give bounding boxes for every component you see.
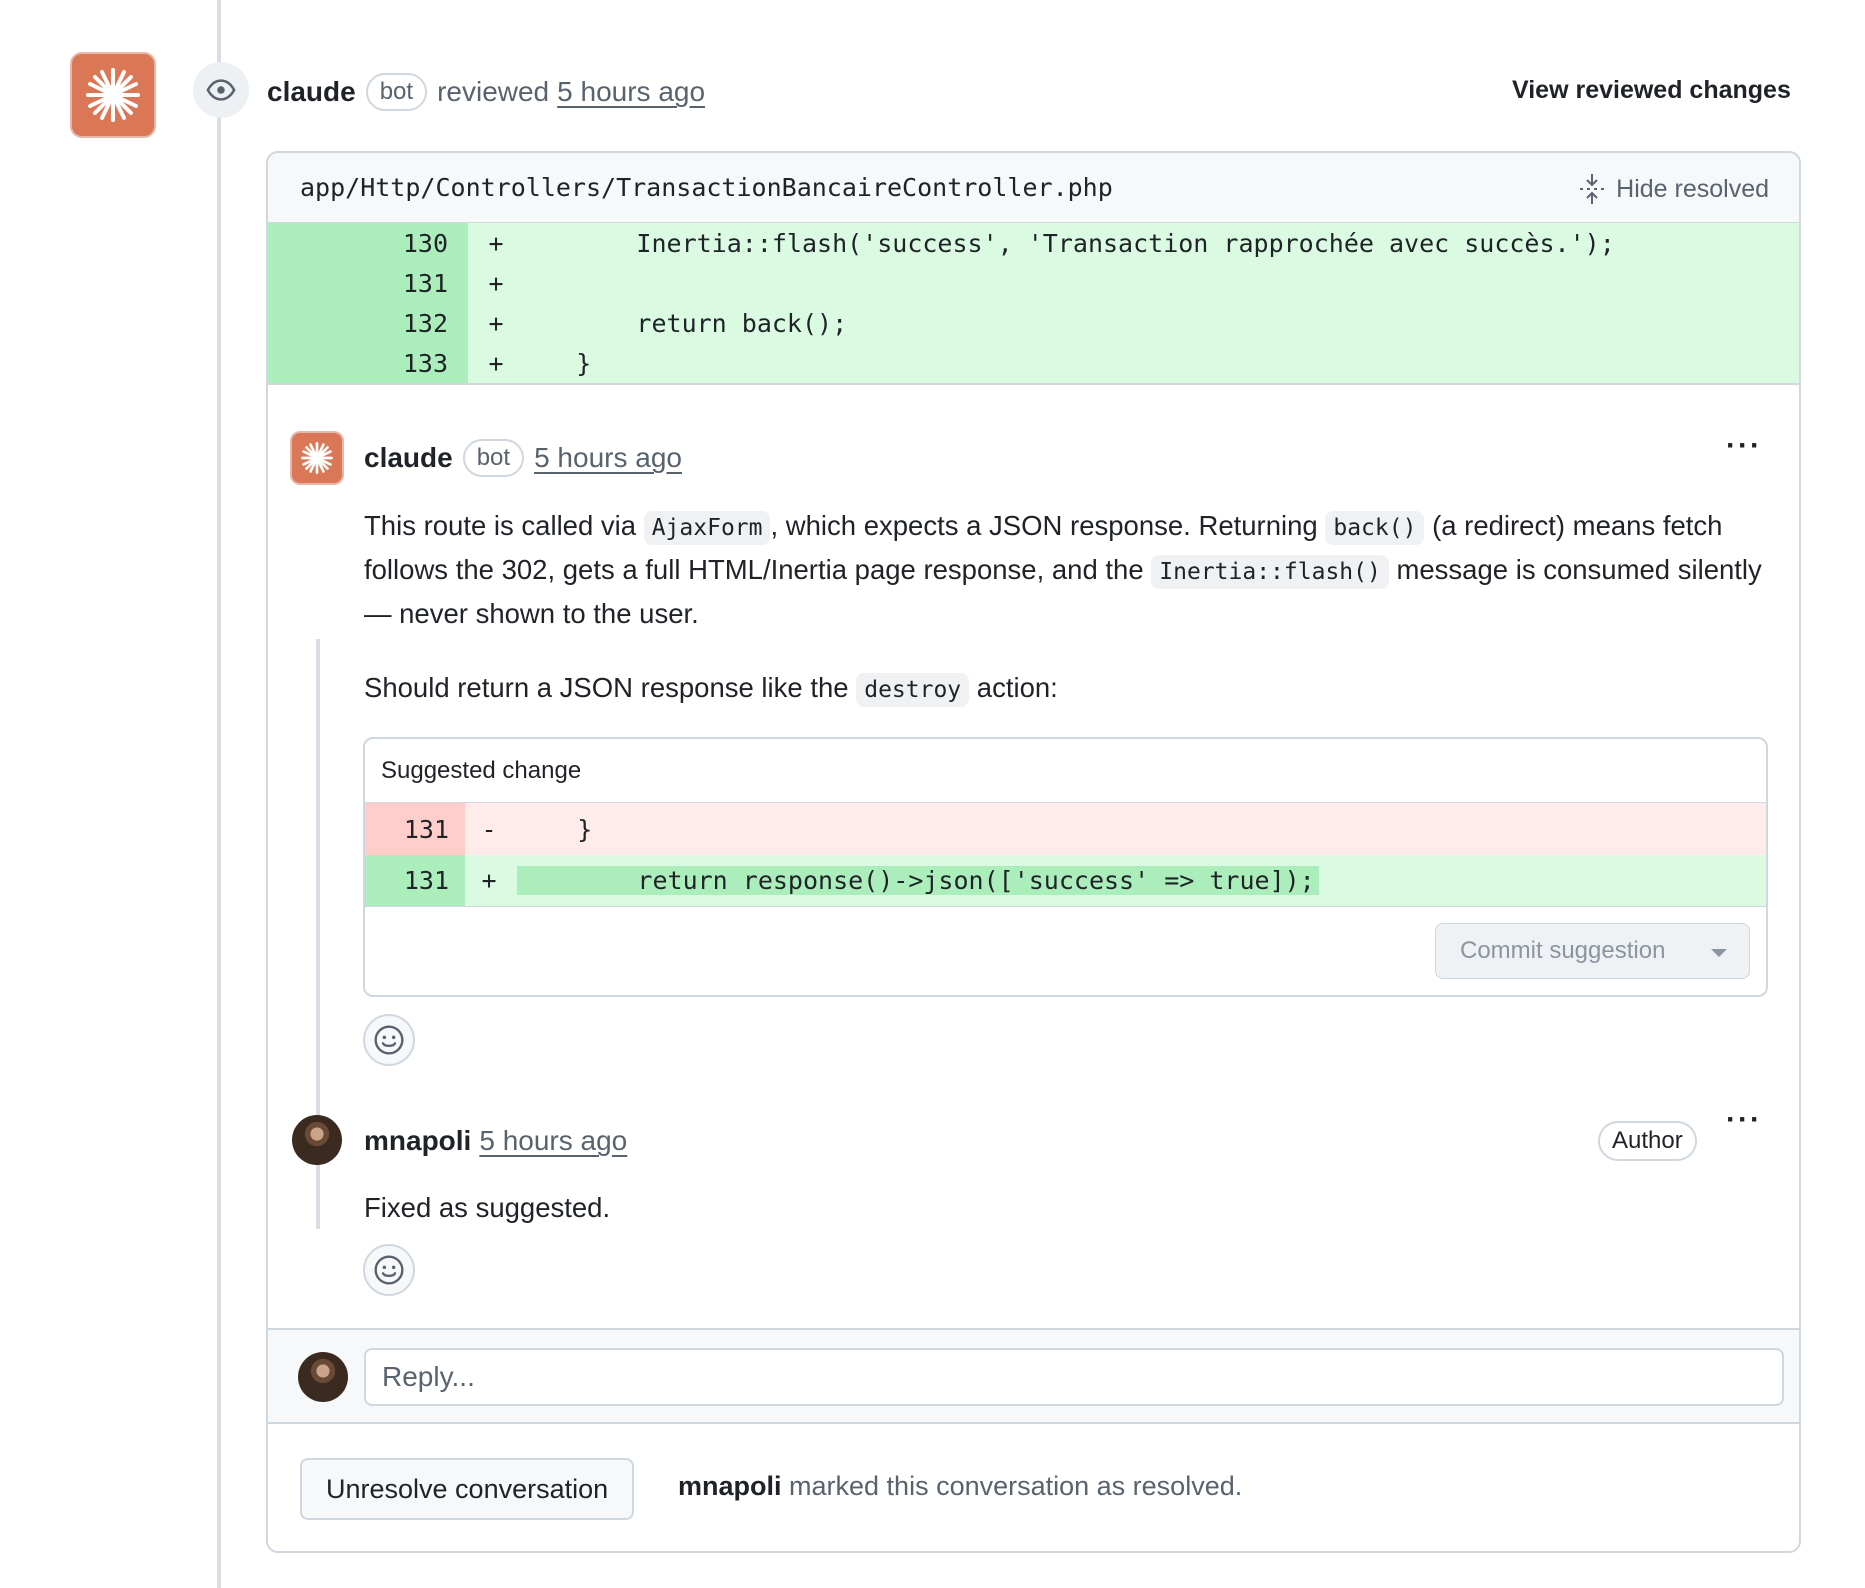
code-line: return back();	[516, 308, 848, 338]
smiley-icon	[374, 1255, 404, 1285]
view-reviewed-changes-link[interactable]: View reviewed changes	[1512, 76, 1791, 105]
author-badge: Author	[1598, 1121, 1697, 1161]
code-line: }	[517, 814, 593, 844]
comment-menu-icon[interactable]: ···	[1726, 1103, 1762, 1137]
commit-suggestion-button[interactable]: Commit suggestion	[1435, 923, 1750, 979]
unresolve-conversation-button[interactable]: Unresolve conversation	[300, 1458, 635, 1520]
diff-line: 131 +	[268, 263, 1799, 303]
claude-comment-avatar[interactable]	[292, 433, 342, 483]
inline-code: destroy	[856, 673, 970, 707]
file-header: app/Http/Controllers/TransactionBancaire…	[268, 153, 1799, 223]
comment-paragraph: Should return a JSON response like the d…	[364, 667, 1784, 711]
hide-resolved-button[interactable]: Hide resolved	[1578, 173, 1769, 205]
diff-sign: +	[488, 228, 504, 258]
comment-author[interactable]: mnapoli	[364, 1125, 471, 1157]
smiley-icon	[374, 1025, 404, 1055]
review-author[interactable]: claude	[267, 76, 356, 108]
diff-sign: -	[481, 814, 497, 844]
dropdown-caret-icon[interactable]	[1711, 949, 1727, 957]
suggested-change-box: Suggested change 131 - } 131 + return re…	[363, 737, 1768, 997]
line-number[interactable]: 130	[268, 223, 468, 263]
claude-logo-icon	[86, 68, 140, 122]
comment-time-link[interactable]: 5 hours ago	[479, 1125, 627, 1157]
inline-code: Inertia::flash()	[1151, 555, 1389, 589]
review-action: reviewed	[437, 76, 550, 107]
commit-suggestion-label: Commit suggestion	[1460, 937, 1666, 964]
comment-menu-icon[interactable]: ···	[1726, 429, 1762, 463]
diff-sign: +	[488, 308, 504, 338]
diff-line: 130 + Inertia::flash('success', 'Transac…	[268, 223, 1799, 263]
comment-header: claude bot 5 hours ago	[364, 436, 682, 480]
line-number[interactable]: 132	[268, 303, 468, 343]
diff-sign: +	[481, 866, 497, 895]
line-number[interactable]: 131	[268, 263, 468, 303]
diff-sign: +	[488, 348, 504, 378]
inline-code: back()	[1325, 511, 1425, 545]
collapse-icon	[1580, 174, 1605, 204]
comment-paragraph: This route is called via AjaxForm, which…	[364, 510, 1762, 629]
add-reaction-button[interactable]	[363, 1244, 415, 1296]
comment-time-link[interactable]: 5 hours ago	[534, 442, 682, 474]
suggestion-added-line: 131 + return response()->json(['success'…	[365, 855, 1766, 907]
suggestion-deleted-line: 131 - }	[365, 803, 1766, 855]
comment-author[interactable]: claude	[364, 442, 453, 474]
comment-body: Fixed as suggested.	[364, 1192, 611, 1223]
bot-badge: bot	[462, 439, 525, 477]
claude-avatar[interactable]	[72, 54, 154, 136]
reply-area: Reply...	[268, 1328, 1799, 1424]
eye-icon	[193, 62, 249, 118]
diff-sign: +	[488, 268, 504, 298]
code-line: }	[516, 348, 592, 378]
suggested-change-title: Suggested change	[365, 739, 1766, 803]
resolver-name[interactable]: mnapoli	[678, 1471, 782, 1501]
review-time-link[interactable]: 5 hours ago	[557, 76, 705, 108]
comment-header: mnapoli 5 hours ago	[364, 1119, 627, 1163]
line-number: 131	[365, 855, 465, 906]
timeline-line	[217, 0, 221, 1588]
inline-code: AjaxForm	[643, 511, 771, 545]
diff-line: 132 + return back();	[268, 303, 1799, 343]
line-number[interactable]: 133	[268, 343, 468, 383]
code-line: Inertia::flash('success', 'Transaction r…	[516, 228, 1615, 258]
diff-line: 133 + }	[268, 343, 1799, 383]
comment-body: This route is called via AjaxForm, which…	[364, 505, 1784, 743]
hide-resolved-label: Hide resolved	[1616, 174, 1769, 203]
code-line: return response()->json(['success' => tr…	[517, 866, 1319, 895]
add-reaction-button[interactable]	[363, 1014, 415, 1066]
mnapoli-avatar[interactable]	[292, 1115, 342, 1165]
claude-logo-icon	[301, 442, 333, 474]
resolved-note: mnapoli marked this conversation as reso…	[678, 1471, 1243, 1501]
current-user-avatar[interactable]	[298, 1352, 348, 1402]
diff-hunk: 130 + Inertia::flash('success', 'Transac…	[268, 223, 1799, 385]
reply-input[interactable]: Reply...	[364, 1348, 1784, 1406]
line-number: 131	[365, 803, 465, 855]
bot-badge: bot	[365, 73, 428, 111]
file-path[interactable]: app/Http/Controllers/TransactionBancaire…	[300, 173, 1113, 202]
